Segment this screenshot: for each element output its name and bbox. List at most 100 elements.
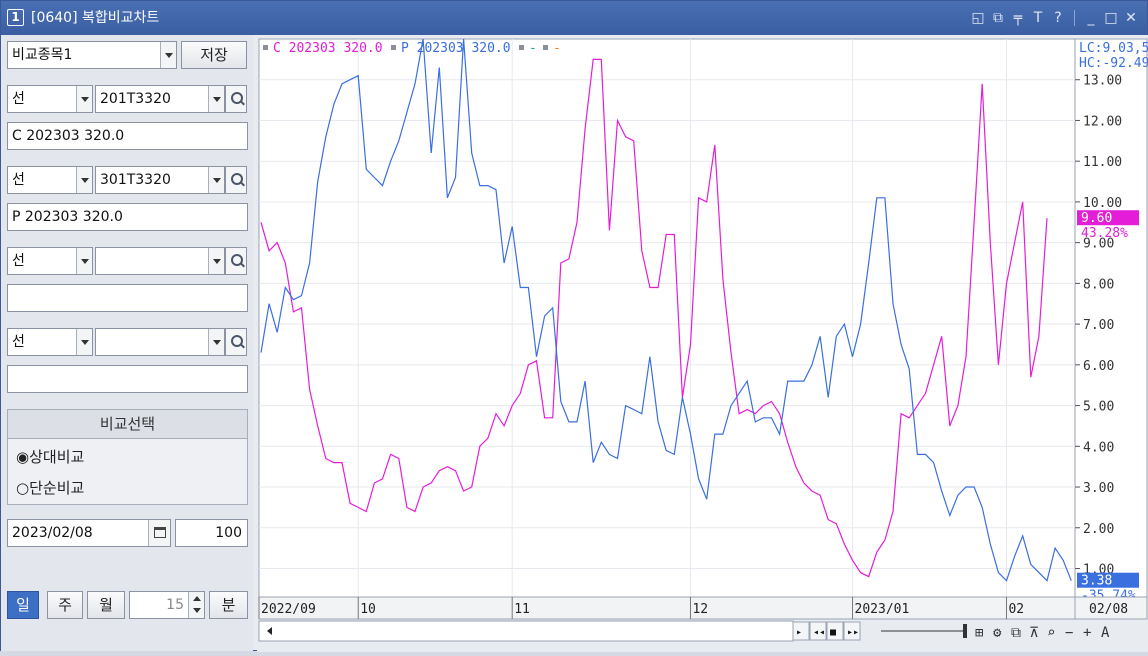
- calendar-icon[interactable]: [148, 520, 170, 546]
- slot4-search-icon[interactable]: [225, 328, 247, 356]
- toolbar-icon: +: [1083, 625, 1091, 641]
- simple-compare-radio[interactable]: ○단순비교: [16, 478, 84, 498]
- slot3-type-select[interactable]: 선: [7, 247, 93, 275]
- put-price-label: 3.38: [1081, 574, 1112, 589]
- chart-area[interactable]: 13.00 12.00 11.00 10.00 9.00 8.00 7.00 6.00 5.00…: [257, 35, 1148, 652]
- slot1-type-select[interactable]: 선: [7, 85, 93, 113]
- period-month-button[interactable]: 월: [87, 591, 125, 619]
- chevron-down-icon[interactable]: [208, 329, 224, 355]
- plot-area: [258, 38, 1076, 598]
- chevron-down-icon[interactable]: [208, 167, 224, 193]
- chevron-down-icon[interactable]: [76, 329, 92, 355]
- window-title: [0640] 복합비교차트: [31, 10, 160, 26]
- compare-set-select[interactable]: 비교종목1: [7, 41, 177, 69]
- playback-icon: ▸▸: [847, 627, 859, 638]
- window: 1 [0640] 복합비교차트 ◱ ⧉ ╤ T ? _ □ ✕ 비교종목1 저장…: [0, 0, 1148, 652]
- horizontal-scrollbar: [258, 620, 794, 642]
- toolbar-icon: ⌕: [1047, 625, 1055, 641]
- link-icon[interactable]: ◱: [970, 9, 986, 27]
- compare-select-header: 비교선택: [8, 410, 247, 439]
- chevron-down-icon[interactable]: [160, 42, 176, 68]
- playback-icon: ■: [830, 627, 836, 638]
- legend-label: -: [529, 41, 537, 56]
- save-button[interactable]: 저장: [181, 41, 247, 69]
- toolbar-icon: A: [1101, 625, 1110, 641]
- minimize-icon[interactable]: _: [1083, 9, 1099, 27]
- speed-slider-thumb: [963, 624, 967, 638]
- slot1-name-field: C 202303 320.0: [7, 122, 248, 150]
- slot4-type-select[interactable]: 선: [7, 328, 93, 356]
- date-input[interactable]: 2023/02/08: [7, 519, 171, 547]
- slot2-code-select[interactable]: 301T3320: [95, 166, 225, 194]
- y-tick-label: 13.00: [1083, 74, 1122, 89]
- count-input[interactable]: 100: [175, 519, 248, 547]
- compare-select-panel: 비교선택 ◉상대비교 ○단순비교: [7, 409, 248, 505]
- slot3-name-field: [7, 284, 248, 312]
- period-week-button[interactable]: 주: [47, 591, 83, 619]
- x-tick-label: 2023/01: [855, 602, 910, 617]
- minute-interval-input[interactable]: 15: [129, 591, 205, 619]
- playback-icon: ▸: [796, 627, 802, 638]
- y-tick-label: 3.00: [1083, 481, 1114, 496]
- slot2-search-icon[interactable]: [225, 166, 247, 194]
- legend-marker: [391, 45, 396, 50]
- toolbar-icon: ⊞: [975, 625, 984, 641]
- chevron-down-icon[interactable]: [76, 86, 92, 112]
- relative-compare-radio[interactable]: ◉상대비교: [16, 447, 84, 467]
- slot4-name-field: [7, 365, 248, 393]
- y-tick-label: 11.00: [1083, 155, 1122, 170]
- comparison-chart[interactable]: 13.0012.0011.0010.009.008.007.006.005.00…: [257, 35, 1148, 652]
- chevron-down-icon[interactable]: [76, 167, 92, 193]
- legend-label: P 202303 320.0: [401, 41, 511, 56]
- close-icon[interactable]: ✕: [1123, 9, 1139, 27]
- toolbar-icon: −: [1065, 625, 1073, 641]
- y-tick-label: 7.00: [1083, 318, 1114, 333]
- lc-label: LC:9.03,5: [1079, 41, 1148, 56]
- y-tick-label: 4.00: [1083, 440, 1114, 455]
- chevron-down-icon[interactable]: [76, 248, 92, 274]
- x-tick-label: 2022/09: [261, 602, 316, 617]
- chevron-down-icon[interactable]: [208, 248, 224, 274]
- slot3-search-icon[interactable]: [225, 247, 247, 275]
- slot2-name-field: P 202303 320.0: [7, 203, 248, 231]
- legend-marker: [543, 45, 548, 50]
- chevron-down-icon[interactable]: [208, 86, 224, 112]
- y-tick-label: 6.00: [1083, 359, 1114, 374]
- slot3-code-select[interactable]: [95, 247, 225, 275]
- y-tick-label: 5.00: [1083, 400, 1114, 415]
- call-price-label: 9.60: [1081, 211, 1112, 226]
- copy-window-icon[interactable]: ⧉: [990, 9, 1006, 27]
- slot1-code-select[interactable]: 201T3320: [95, 85, 225, 113]
- y-tick-label: 8.00: [1083, 277, 1114, 292]
- x-axis-band: [258, 596, 1076, 620]
- x-tick-label: 02: [1008, 602, 1024, 617]
- current-date-label: 02/08: [1089, 602, 1128, 617]
- toolbar-icon: ⚙: [993, 625, 1002, 641]
- playback-icon: ◂◂: [813, 627, 825, 638]
- legend-marker: [519, 45, 524, 50]
- y-tick-label: 10.00: [1083, 196, 1122, 211]
- font-icon[interactable]: T: [1030, 9, 1046, 27]
- pin-icon[interactable]: ╤: [1010, 9, 1026, 27]
- slot2-type-select[interactable]: 선: [7, 166, 93, 194]
- window-number: 1: [7, 9, 24, 26]
- compare-set-value: 비교종목1: [12, 47, 73, 63]
- hc-label: HC:-92.49: [1079, 56, 1148, 71]
- legend-label: C 202303 320.0: [273, 41, 383, 56]
- y-tick-label: 2.00: [1083, 522, 1114, 537]
- left-panel: 비교종목1 저장 선 201T3320 C 202303 320.0 선 301…: [1, 35, 253, 651]
- legend-label: -: [553, 41, 561, 56]
- slot1-search-icon[interactable]: [225, 85, 247, 113]
- x-tick-label: 10: [360, 602, 376, 617]
- legend-marker: [263, 45, 268, 50]
- maximize-icon[interactable]: □: [1103, 9, 1119, 27]
- slot4-code-select[interactable]: [95, 328, 225, 356]
- toolbar-icon: ⊼: [1029, 625, 1039, 641]
- period-minute-button[interactable]: 분: [209, 591, 248, 619]
- spinner-icon[interactable]: [188, 592, 204, 618]
- y-tick-label: 12.00: [1083, 114, 1122, 129]
- period-day-button[interactable]: 일: [7, 591, 39, 619]
- help-icon[interactable]: ?: [1050, 9, 1066, 27]
- x-tick-label: 11: [514, 602, 530, 617]
- call-pct-label: 43.28%: [1081, 226, 1128, 241]
